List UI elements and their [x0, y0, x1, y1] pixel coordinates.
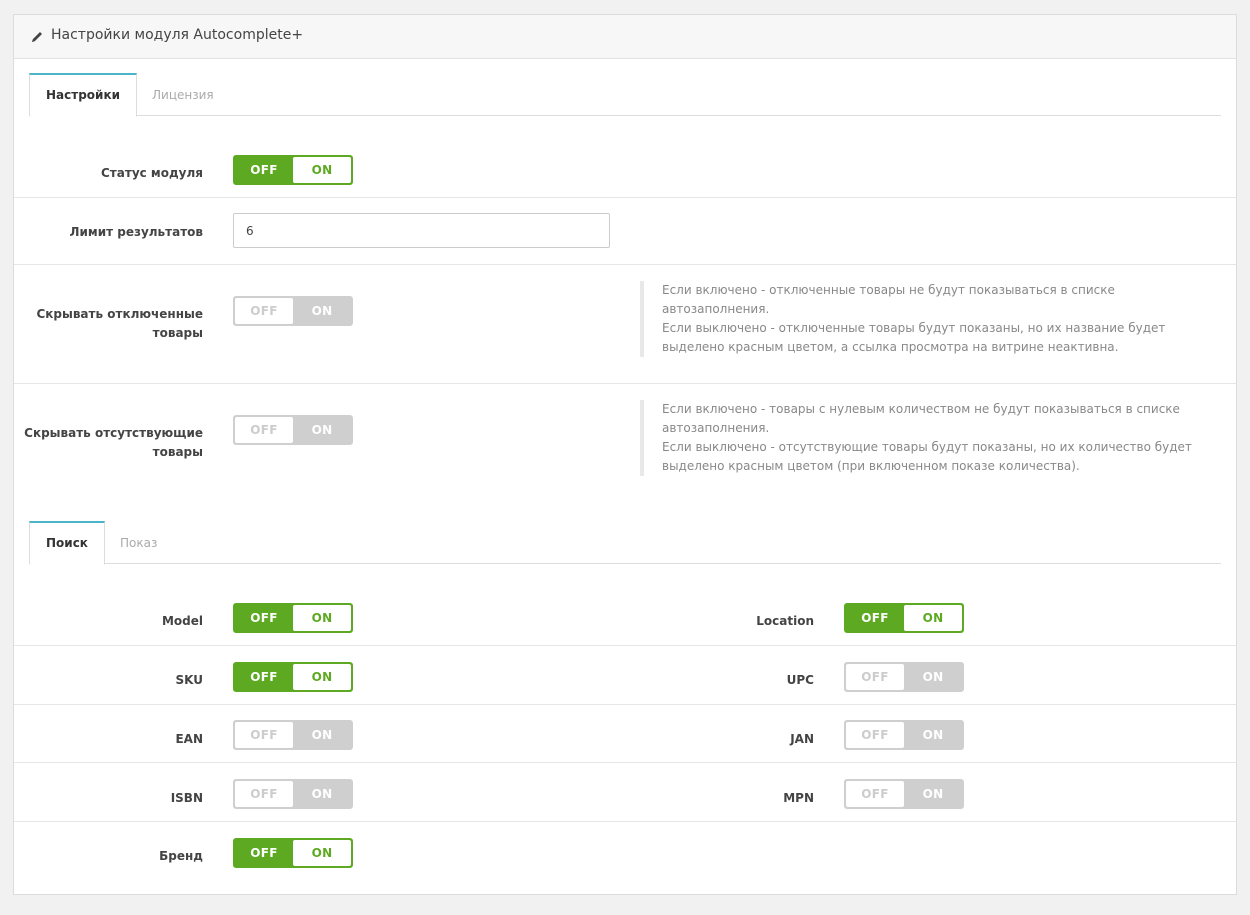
brand-toggle[interactable]: OFF ON: [233, 838, 353, 868]
tab-settings[interactable]: Настройки: [29, 73, 138, 117]
jan-toggle[interactable]: OFF ON: [844, 720, 964, 750]
hide-missing-toggle[interactable]: OFF ON: [233, 415, 353, 445]
hide-missing-label: Скрывать отсутствующие товары: [24, 426, 203, 459]
panel-heading: Настройки модуля Autocomplete+: [14, 15, 1236, 59]
hide-disabled-toggle[interactable]: OFF ON: [233, 296, 353, 326]
location-toggle[interactable]: OFF ON: [844, 603, 964, 633]
limit-label: Лимит результатов: [69, 225, 203, 239]
location-label: Location: [756, 614, 814, 628]
main-tabs: Настройки Лицензия: [29, 73, 1221, 117]
row-search-3: EAN OFF ON JAN OFF ON: [14, 705, 1236, 763]
status-label: Статус модуля: [101, 166, 203, 180]
sku-toggle[interactable]: OFF ON: [233, 662, 353, 692]
row-limit: Лимит результатов: [14, 198, 1236, 265]
hide-missing-help: Если включено - товары с нулевым количес…: [640, 400, 1200, 476]
tab-search[interactable]: Поиск: [29, 521, 105, 565]
status-toggle[interactable]: OFF ON: [233, 155, 353, 185]
jan-label: JAN: [790, 732, 814, 746]
sku-label: SKU: [175, 673, 203, 687]
upc-label: UPC: [786, 673, 814, 687]
brand-label: Бренд: [159, 849, 203, 863]
isbn-label: ISBN: [170, 791, 203, 805]
model-toggle[interactable]: OFF ON: [233, 603, 353, 633]
mpn-label: MPN: [783, 791, 814, 805]
ean-label: EAN: [175, 732, 203, 746]
tab-display[interactable]: Показ: [104, 521, 173, 564]
row-search-2: SKU OFF ON UPC OFF ON: [14, 646, 1236, 705]
ean-toggle[interactable]: OFF ON: [233, 720, 353, 750]
model-label: Model: [161, 614, 203, 628]
upc-toggle[interactable]: OFF ON: [844, 662, 964, 692]
row-search-1: Model OFF ON Location OFF ON: [14, 587, 1236, 646]
tab-license[interactable]: Лицензия: [136, 73, 230, 116]
hide-disabled-label: Скрывать отключенные товары: [36, 307, 203, 340]
row-search-4: ISBN OFF ON MPN OFF ON: [14, 763, 1236, 822]
panel-title: Настройки модуля Autocomplete+: [51, 27, 304, 43]
row-search-5: Бренд OFF ON: [14, 822, 1236, 882]
hide-disabled-help: Если включено - отключенные товары не бу…: [640, 281, 1200, 357]
row-hide-missing: Скрывать отсутствующие товары OFF ON Есл…: [14, 384, 1236, 504]
row-hide-disabled: Скрывать отключенные товары OFF ON Если …: [14, 265, 1236, 384]
isbn-toggle[interactable]: OFF ON: [233, 779, 353, 809]
search-tabs: Поиск Показ: [29, 521, 1221, 565]
settings-panel: Настройки модуля Autocomplete+ Настройки…: [13, 14, 1237, 895]
limit-input[interactable]: [233, 213, 610, 248]
mpn-toggle[interactable]: OFF ON: [844, 779, 964, 809]
row-status: Статус модуля OFF ON: [14, 139, 1236, 198]
pencil-icon: [32, 32, 42, 42]
